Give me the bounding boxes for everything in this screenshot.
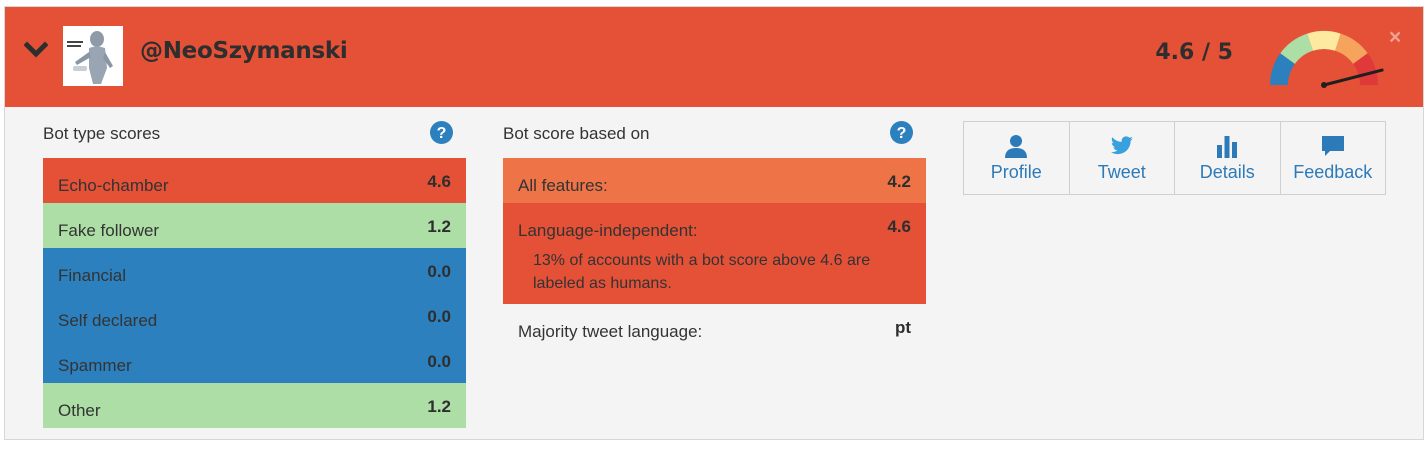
bot-type-title: Bot type scores [43,124,161,143]
human-label-note: 13% of accounts with a bot score above 4… [533,252,871,292]
row-label: Financial [58,266,127,285]
row-label: Self declared [58,311,158,330]
row-value: 1.2 [427,397,451,416]
chevron-down-icon[interactable] [24,40,48,60]
row-label: Other [58,401,101,420]
language-independent-row: Language-independent: 4.6 13% of account… [503,203,926,304]
profile-button[interactable]: Profile [963,121,1070,195]
row-value: 1.2 [427,217,451,236]
gauge-segment [1270,53,1296,86]
row-label: Language-independent: [518,221,698,240]
bot-type-row-echo-chamber: Echo-chamber 4.6 [43,158,466,203]
tweet-button[interactable]: Tweet [1068,121,1175,195]
row-value: 0.0 [427,352,451,371]
question-circle-icon[interactable]: ? [890,121,913,144]
account-handle[interactable]: @NeoSzymanski [140,38,348,64]
question-circle-icon[interactable]: ? [430,121,453,144]
bot-type-row-self-declared: Self declared 0.0 [43,293,466,338]
bot-type-row-financial: Financial 0.0 [43,248,466,293]
feedback-button[interactable]: Feedback [1279,121,1386,195]
button-label: Profile [990,162,1042,182]
gauge-segment [1280,33,1314,65]
all-features-row: All features: 4.2 [503,158,926,203]
row-value: pt [894,318,911,337]
row-value: 4.2 [887,172,911,191]
bot-score-card: @NeoSzymanski 4.6 / 5 × Bot type scores … [4,6,1424,440]
gauge-segment [1334,33,1368,65]
twitter-bird-icon [1110,136,1133,155]
row-label: Spammer [58,356,132,375]
details-button[interactable]: Details [1174,121,1281,195]
user-icon [1005,135,1028,158]
action-button-group: Profile Tweet Details Feedback [963,121,1386,195]
row-value: 4.6 [887,217,911,236]
row-value: 0.0 [427,262,451,281]
row-label: Echo-chamber [58,176,169,195]
gauge-segment [1307,31,1341,51]
card-header: @NeoSzymanski 4.6 / 5 × [5,7,1423,107]
bot-type-row-spammer: Spammer 0.0 [43,338,466,383]
button-label: Tweet [1097,162,1146,182]
row-label: All features: [518,176,608,195]
gauge-icon [1270,31,1384,88]
bot-type-row-other: Other 1.2 [43,383,466,428]
avatar[interactable] [63,26,123,86]
svg-text:?: ? [437,125,447,142]
row-value: 4.6 [427,172,451,191]
comment-icon [1321,136,1344,156]
bot-type-row-fake-follower: Fake follower 1.2 [43,203,466,248]
bot-score-title: Bot score based on [503,124,650,143]
close-button[interactable]: × [1389,27,1401,48]
majority-language-row: Majority tweet language: pt [503,304,926,349]
svg-text:?: ? [897,125,907,142]
overall-score: 4.6 / 5 [1155,40,1233,65]
button-label: Feedback [1293,162,1373,182]
bar-chart-icon [1217,136,1238,158]
row-label: Majority tweet language: [518,322,703,341]
button-label: Details [1199,162,1255,182]
gauge-segment [1352,53,1378,86]
row-value: 0.0 [427,307,451,326]
row-label: Fake follower [58,221,160,240]
